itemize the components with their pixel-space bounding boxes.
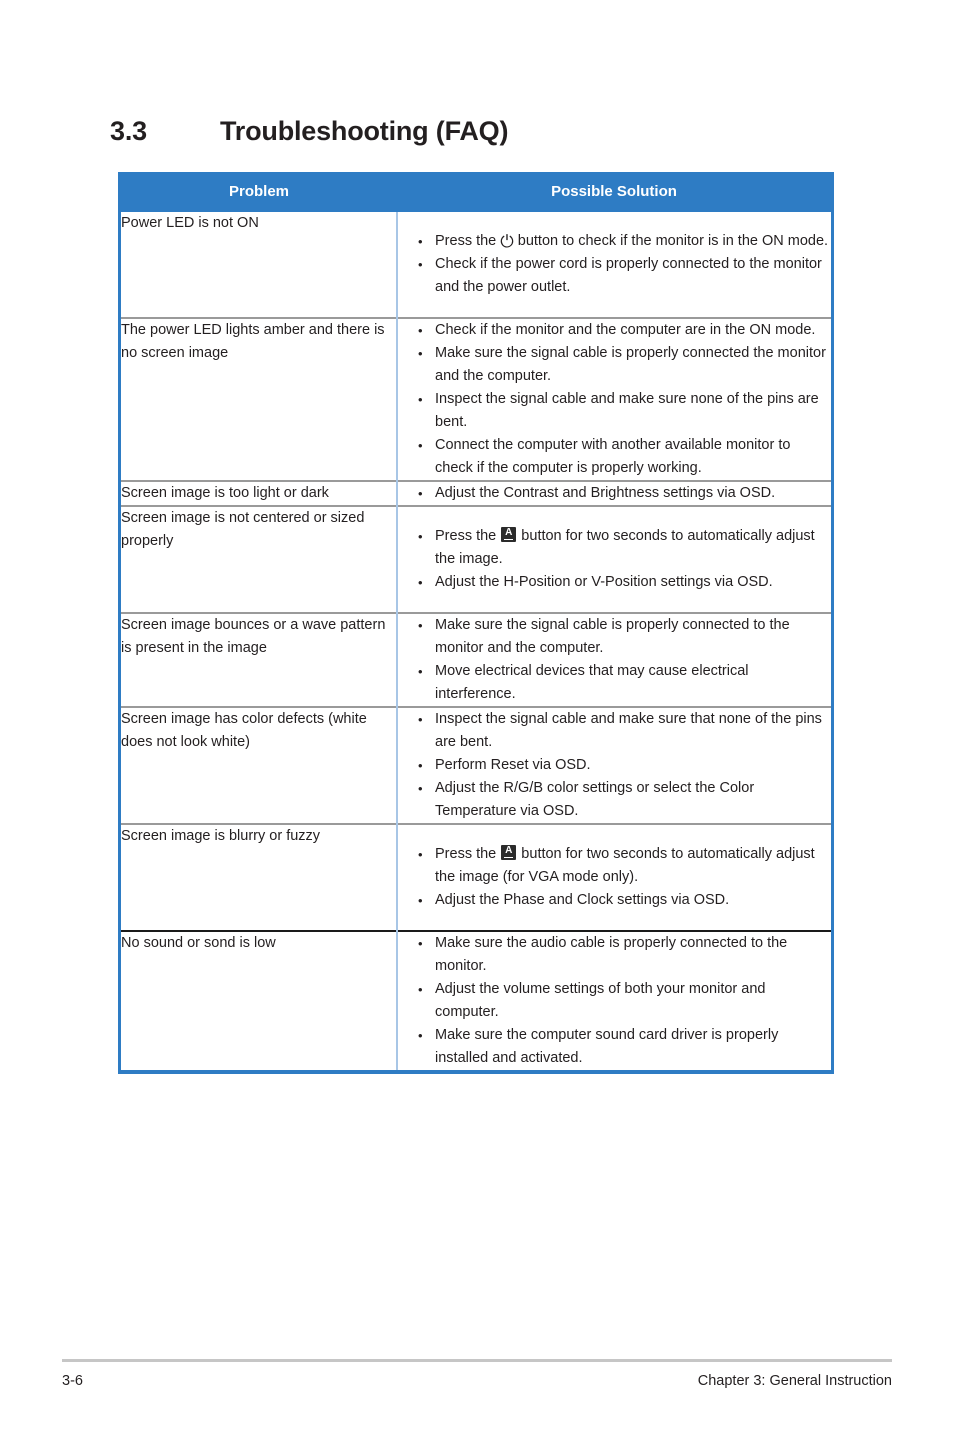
solution-item: Make sure the computer sound card driver…	[398, 1024, 831, 1070]
solution-item: Check if the monitor and the computer ar…	[398, 319, 831, 342]
solution-item: Inspect the signal cable and make sure n…	[398, 388, 831, 434]
solution-text-before-icon: Press the	[435, 528, 501, 544]
solution-cell: Inspect the signal cable and make sure t…	[397, 706, 833, 824]
problem-cell: Screen image is too light or dark	[119, 480, 398, 506]
problem-cell: The power LED lights amber and there is …	[119, 317, 398, 481]
solution-cell: Make sure the audio cable is properly co…	[397, 930, 833, 1072]
solution-item: Perform Reset via OSD.	[398, 754, 831, 777]
table-row: Screen image is blurry or fuzzyPress the…	[119, 823, 833, 931]
solution-cell: Press the button for two seconds to auto…	[397, 823, 833, 931]
table-row: Screen image is too light or darkAdjust …	[119, 480, 833, 506]
table-row: Power LED is not ONPress the ⏻ button to…	[119, 212, 833, 318]
problem-cell: Screen image is blurry or fuzzy	[119, 823, 398, 931]
solution-item: Make sure the audio cable is properly co…	[398, 932, 831, 978]
table-row: Screen image bounces or a wave pattern i…	[119, 612, 833, 707]
footer-divider	[62, 1359, 892, 1362]
problem-cell: Power LED is not ON	[119, 212, 398, 318]
section-number: 3.3	[110, 116, 147, 146]
table-row: Screen image is not centered or sized pr…	[119, 505, 833, 613]
problem-cell: No sound or sond is low	[119, 930, 398, 1072]
solution-item: Press the button for two seconds to auto…	[398, 843, 831, 889]
solution-item: Adjust the volume settings of both your …	[398, 978, 831, 1024]
solution-list: Press the button for two seconds to auto…	[398, 843, 831, 912]
solution-item: Make sure the signal cable is properly c…	[398, 614, 831, 660]
solution-text-before-icon: Press the	[435, 233, 501, 249]
solution-item: Inspect the signal cable and make sure t…	[398, 708, 831, 754]
solution-list: Adjust the Contrast and Brightness setti…	[398, 482, 831, 505]
auto-adjust-icon	[501, 526, 517, 542]
power-icon: ⏻	[500, 232, 514, 252]
solution-text-before-icon: Press the	[435, 846, 501, 862]
solution-list: Make sure the signal cable is properly c…	[398, 614, 831, 706]
solution-cell: Press the ⏻ button to check if the monit…	[397, 212, 833, 318]
solution-item: Move electrical devices that may cause e…	[398, 660, 831, 706]
solution-item: Adjust the H-Position or V-Position sett…	[398, 571, 831, 594]
table-header-row: Problem Possible Solution	[119, 172, 833, 212]
solution-item: Adjust the Contrast and Brightness setti…	[398, 482, 831, 505]
solution-item: Press the button for two seconds to auto…	[398, 525, 831, 571]
column-header-problem: Problem	[119, 172, 397, 212]
solution-item: Press the ⏻ button to check if the monit…	[398, 230, 831, 253]
troubleshooting-table: Problem Possible Solution Power LED is n…	[118, 172, 834, 1074]
solution-item: Adjust the Phase and Clock settings via …	[398, 889, 831, 912]
auto-adjust-icon	[501, 844, 517, 860]
solution-item: Adjust the R/G/B color settings or selec…	[398, 777, 831, 823]
table-row: No sound or sond is lowMake sure the aud…	[119, 930, 833, 1072]
table-row: Screen image has color defects (white do…	[119, 706, 833, 824]
solution-list: Make sure the audio cable is properly co…	[398, 932, 831, 1070]
solution-item: Check if the power cord is properly conn…	[398, 253, 831, 299]
solution-list: Inspect the signal cable and make sure t…	[398, 708, 831, 823]
solution-list: Check if the monitor and the computer ar…	[398, 319, 831, 480]
footer-chapter-label: Chapter 3: General Instruction	[697, 1373, 892, 1389]
solution-cell: Adjust the Contrast and Brightness setti…	[397, 480, 833, 506]
problem-cell: Screen image is not centered or sized pr…	[119, 505, 398, 613]
solution-item: Make sure the signal cable is properly c…	[398, 342, 831, 388]
footer-page-number: 3-6	[62, 1373, 83, 1389]
solution-cell: Make sure the signal cable is properly c…	[397, 612, 833, 707]
problem-cell: Screen image has color defects (white do…	[119, 706, 398, 824]
table-body: Power LED is not ONPress the ⏻ button to…	[119, 212, 833, 1072]
document-page: 3.3 Troubleshooting (FAQ) Problem Possib…	[0, 0, 954, 1438]
solution-list: Press the button for two seconds to auto…	[398, 525, 831, 594]
problem-cell: Screen image bounces or a wave pattern i…	[119, 612, 398, 707]
page-footer: 3-6 Chapter 3: General Instruction	[62, 1373, 892, 1389]
table-row: The power LED lights amber and there is …	[119, 317, 833, 481]
column-header-solution: Possible Solution	[397, 172, 833, 212]
solution-cell: Press the button for two seconds to auto…	[397, 505, 833, 613]
solution-list: Press the ⏻ button to check if the monit…	[398, 230, 831, 299]
solution-text-after-icon: button to check if the monitor is in the…	[513, 233, 829, 249]
solution-item: Connect the computer with another availa…	[398, 434, 831, 480]
page-title: 3.3 Troubleshooting (FAQ)	[110, 116, 850, 147]
section-title-text: Troubleshooting (FAQ)	[220, 116, 509, 146]
solution-cell: Check if the monitor and the computer ar…	[397, 317, 833, 481]
